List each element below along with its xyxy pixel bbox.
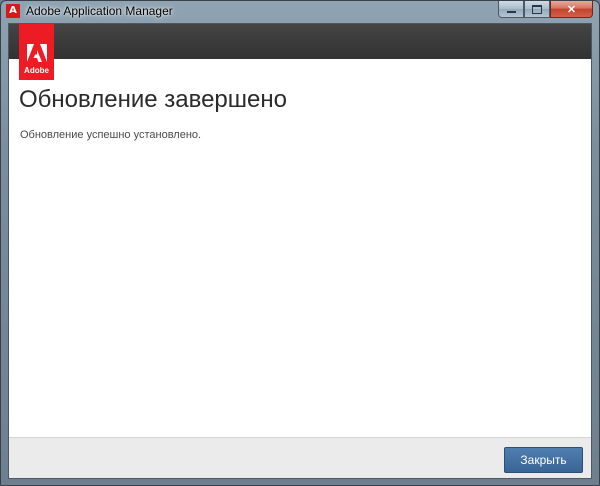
page-title: Обновление завершено <box>19 86 287 113</box>
maximize-button[interactable] <box>524 1 550 18</box>
header-bar <box>9 24 591 59</box>
title-bar[interactable]: A Adobe Application Manager ✕ <box>1 1 599 23</box>
adobe-app-icon[interactable]: A <box>6 4 20 18</box>
app-window: A Adobe Application Manager ✕ Adobe Обно… <box>0 0 600 486</box>
window-title: Adobe Application Manager <box>26 4 173 18</box>
adobe-wordmark: Adobe <box>24 66 49 75</box>
caption-buttons: ✕ <box>498 1 593 18</box>
maximize-icon <box>532 4 542 14</box>
status-message: Обновление успешно установлено. <box>20 129 202 141</box>
minimize-button[interactable] <box>498 1 524 18</box>
adobe-logo: Adobe <box>19 24 54 80</box>
minimize-icon <box>506 11 516 13</box>
adobe-logo-icon <box>26 44 47 62</box>
client-area: Adobe Обновление завершено Обновление ус… <box>8 23 592 479</box>
close-button[interactable]: Закрыть <box>504 447 583 473</box>
close-icon: ✕ <box>566 3 577 16</box>
window-close-button[interactable]: ✕ <box>550 1 593 18</box>
footer-bar: Закрыть <box>9 437 591 478</box>
